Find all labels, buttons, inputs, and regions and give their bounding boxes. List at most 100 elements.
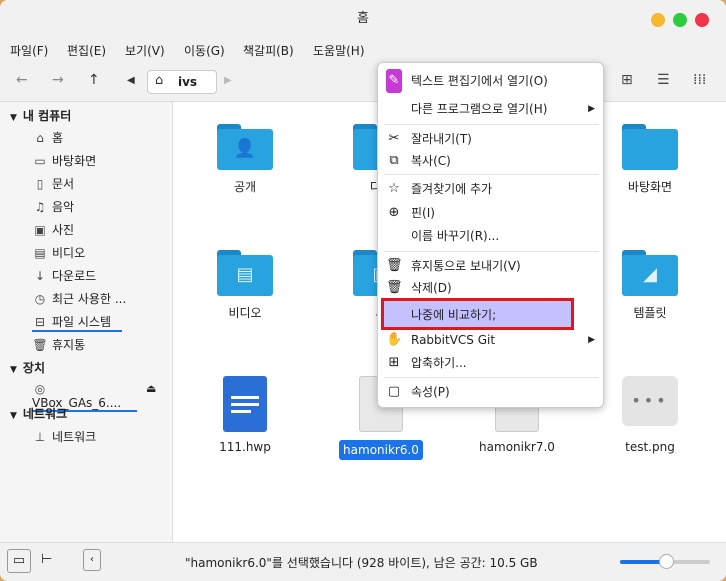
statusbar: ▭ ⊢ ‹ "hamonikr6.0"를 선택했습니다 (928 바이트), 남… xyxy=(0,542,726,581)
eject-icon[interactable]: ⏏ xyxy=(146,382,156,395)
file-label: test.png xyxy=(625,440,675,454)
sidebar-item-documents[interactable]: ▯ 문서 xyxy=(32,175,74,192)
sidebar-item-recent[interactable]: ◷ 최근 사용한 ... xyxy=(32,290,127,307)
menu-item-properties[interactable]: ▢ 속성(P) xyxy=(378,380,605,404)
sidebar-section-devices[interactable]: ▼ 장치 xyxy=(10,359,45,376)
menu-item-cut[interactable]: ✂ 잘라내기(T) xyxy=(378,127,605,151)
clock-icon: ◷ xyxy=(34,292,46,306)
menu-item-rename[interactable]: 이름 바꾸기(R)... xyxy=(378,224,605,248)
trash-icon: 🗑 xyxy=(32,338,48,352)
breadcrumb[interactable]: ⌂ ivs xyxy=(147,70,217,94)
folder-templates-icon: ◢ xyxy=(622,250,678,296)
sidebar-section-network[interactable]: ▼ 네트워크 xyxy=(10,405,67,422)
menu-item-rabbitvcs[interactable]: ✋ RabbitVCS Git ▶ xyxy=(378,328,605,352)
archive-icon: ⊞ xyxy=(388,355,400,370)
sidebar-item-home[interactable]: ⌂ 홈 xyxy=(32,129,63,146)
status-text: "hamonikr6.0"를 선택했습니다 (928 바이트), 남은 공간: … xyxy=(185,556,538,570)
sidebar-item-music[interactable]: ♫ 음악 xyxy=(32,198,74,215)
file-label: hamonikr7.0 xyxy=(479,440,555,454)
copy-icon: ⧉ xyxy=(389,153,399,168)
compact-view-icon[interactable]: ⁞⁞⁞ xyxy=(693,72,706,88)
pin-icon: ⊕ xyxy=(388,205,400,220)
folder-video-icon: ▤ xyxy=(217,250,273,296)
menu-edit[interactable]: 편집(E) xyxy=(67,42,106,59)
rabbitvcs-icon: ✋ xyxy=(386,332,403,347)
file-label: 템플릿 xyxy=(633,306,667,320)
submenu-arrow-icon: ▶ xyxy=(588,335,595,345)
window-title: 홈 xyxy=(357,11,369,26)
forward-icon[interactable]: → xyxy=(52,72,64,88)
music-icon: ♫ xyxy=(34,200,46,214)
file-label: 111.hwp xyxy=(219,440,271,454)
menu-item-compress[interactable]: ⊞ 압축하기... xyxy=(378,351,605,375)
path-right-icon[interactable]: ▶ xyxy=(224,75,232,86)
document-icon: ▯ xyxy=(36,177,44,191)
context-menu: ✎ 텍스트 편집기에서 열기(O) 다른 프로그램으로 열기(H) ▶ ✂ 잘라내기(… xyxy=(377,62,604,408)
submenu-arrow-icon: ▶ xyxy=(588,104,595,114)
menu-view[interactable]: 보기(V) xyxy=(125,42,165,59)
sidebar-item-downloads[interactable]: ↓ 다운로드 xyxy=(32,267,96,284)
sidebar-item-videos[interactable]: ▤ 비디오 xyxy=(32,244,85,261)
places-icon[interactable]: ▭ xyxy=(7,549,31,573)
drive-icon: ⊟ xyxy=(34,315,46,329)
document-icon xyxy=(223,376,267,432)
folder-desktop-icon xyxy=(622,124,678,170)
desktop-icon: ▭ xyxy=(34,154,46,168)
download-icon: ↓ xyxy=(34,269,46,283)
delete-icon: 🗑 xyxy=(386,280,403,295)
sidebar-item-trash[interactable]: 🗑 휴지통 xyxy=(32,336,85,353)
menu-item-move-to-trash[interactable]: 🗑 휴지통으로 보내기(V) xyxy=(378,254,605,278)
list-view-icon[interactable]: ☰ xyxy=(657,72,670,88)
tree-icon[interactable]: ⊢ xyxy=(41,552,52,567)
file-item[interactable]: 111.hwp xyxy=(195,376,295,454)
icon-view-icon[interactable]: ⊞ xyxy=(621,72,633,88)
menu-item-pin[interactable]: ⊕ 핀(I) xyxy=(378,201,605,225)
folder-public-icon: 👤 xyxy=(217,124,273,170)
up-icon[interactable]: ↑ xyxy=(88,72,100,88)
menu-item-copy[interactable]: ⧉ 복사(C) xyxy=(378,149,605,173)
star-add-icon: ☆ xyxy=(388,181,400,196)
breadcrumb-item: ivs xyxy=(178,75,198,89)
menu-file[interactable]: 파일(F) xyxy=(10,42,48,59)
toolbar: ← → ↑ ◀ ⌂ ivs ▶ ⊞ ☰ ⁞⁞⁞ xyxy=(0,62,726,102)
menu-help[interactable]: 도움말(H) xyxy=(313,42,365,59)
menu-item-open-with[interactable]: 다른 프로그램으로 열기(H) ▶ xyxy=(378,97,605,121)
sidebar-section-computer[interactable]: ▼ 내 컴퓨터 xyxy=(10,107,71,124)
file-item[interactable]: 바탕화면 xyxy=(600,124,700,195)
sidebar-item-network[interactable]: ⊥ 네트워크 xyxy=(32,428,96,445)
menubar: 파일(F) 편집(E) 보기(V) 이동(G) 책갈피(B) 도움말(H) xyxy=(0,38,726,62)
trash-icon: 🗑 xyxy=(386,258,403,273)
scissors-icon: ✂ xyxy=(388,131,400,146)
file-label: 공개 xyxy=(233,180,257,194)
sidebar-item-pictures[interactable]: ▣ 사진 xyxy=(32,221,74,238)
close-button[interactable] xyxy=(695,13,709,27)
image-file-icon: ••• xyxy=(622,376,678,426)
zoom-slider[interactable] xyxy=(620,554,710,569)
file-item[interactable]: ◢ 템플릿 xyxy=(600,250,700,321)
toggle-sidebar-icon[interactable]: ‹ xyxy=(83,549,101,571)
menu-item-delete[interactable]: 🗑 삭제(D) xyxy=(378,276,605,300)
file-label: 바탕화면 xyxy=(627,180,673,194)
back-icon[interactable]: ← xyxy=(16,72,28,88)
maximize-button[interactable] xyxy=(673,13,687,27)
file-item[interactable]: ▤ 비디오 xyxy=(195,250,295,321)
path-left-icon[interactable]: ◀ xyxy=(127,75,135,86)
menu-go[interactable]: 이동(G) xyxy=(184,42,225,59)
file-item[interactable]: 👤 공개 xyxy=(195,124,295,195)
file-item[interactable]: ••• test.png xyxy=(600,376,700,454)
zoom-slider-handle[interactable] xyxy=(659,554,674,569)
sidebar: ▼ 내 컴퓨터 ⌂ 홈 ▭ 바탕화면 ▯ 문서 ♫ 음악 ▣ 사진 ▤ 비디오 ↓ 다운로드 ◷… xyxy=(0,102,173,542)
file-label: 비디오 xyxy=(228,306,262,320)
sidebar-item-desktop[interactable]: ▭ 바탕화면 xyxy=(32,152,96,169)
file-manager-window: 홈 파일(F) 편집(E) 보기(V) 이동(G) 책갈피(B) 도움말(H) … xyxy=(0,0,726,581)
sidebar-item-filesystem[interactable]: ⊟ 파일 시스템 xyxy=(32,313,122,332)
disc-icon: ◎ xyxy=(34,382,46,396)
minimize-button[interactable] xyxy=(651,13,665,27)
menu-item-open-text-editor[interactable]: ✎ 텍스트 편집기에서 열기(O) xyxy=(378,69,605,93)
menu-item-compare-later[interactable]: 나중에 비교하기; xyxy=(381,298,574,330)
menu-bookmarks[interactable]: 책갈피(B) xyxy=(243,42,294,59)
menu-item-add-favorite[interactable]: ☆ 즐겨찾기에 추가 xyxy=(378,177,605,201)
network-icon: ⊥ xyxy=(34,430,46,444)
picture-icon: ▣ xyxy=(34,223,46,237)
home-icon: ⌂ xyxy=(36,131,44,145)
